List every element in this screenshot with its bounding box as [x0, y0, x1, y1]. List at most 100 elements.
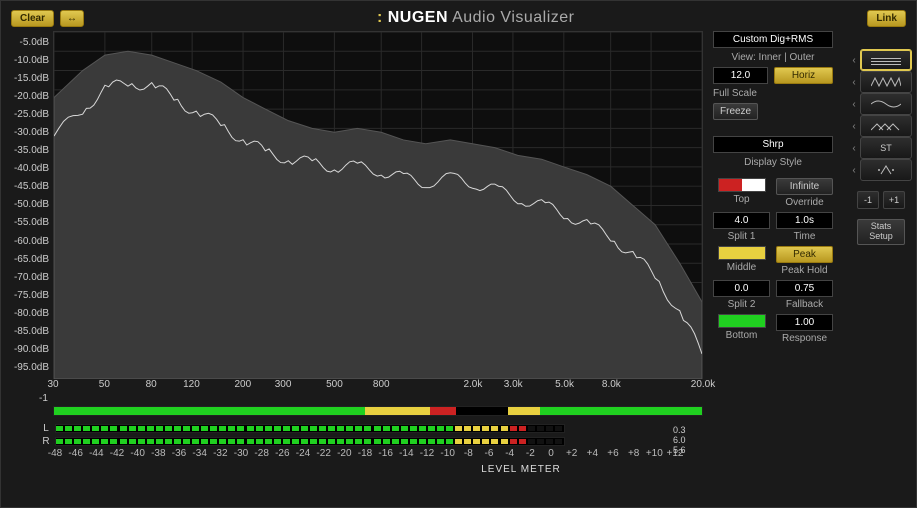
- link-button[interactable]: Link: [867, 10, 906, 27]
- scale-tick: -28: [254, 448, 268, 459]
- scale-tick: -4: [505, 448, 514, 459]
- level-meter-row: R: [1, 435, 916, 448]
- frequency-strip: [53, 406, 703, 416]
- view-vectorscope-icon[interactable]: [860, 159, 912, 181]
- y-tick: -35.0dB: [9, 145, 49, 156]
- level-readout: 5.6: [673, 445, 686, 455]
- y-tick: -85.0dB: [9, 326, 49, 337]
- chevron-left-icon[interactable]: ‹: [850, 121, 858, 132]
- x-tick: 800: [373, 379, 390, 390]
- scale-tick: -12: [420, 448, 434, 459]
- time-value[interactable]: 1.0s: [776, 212, 833, 229]
- scale-tick: -48: [48, 448, 62, 459]
- x-tick: 50: [99, 379, 110, 390]
- split1-value[interactable]: 4.0: [713, 212, 770, 229]
- scale-tick: +10: [646, 448, 663, 459]
- y-tick: -45.0dB: [9, 181, 49, 192]
- y-tick: -70.0dB: [9, 272, 49, 283]
- view-stereo-icon[interactable]: ST: [860, 137, 912, 159]
- x-tick: 3.0k: [504, 379, 523, 390]
- x-tick: 5.0k: [555, 379, 574, 390]
- view-spectrum-icon[interactable]: [860, 71, 912, 93]
- y-tick: -95.0dB: [9, 362, 49, 373]
- scale-tick: -26: [275, 448, 289, 459]
- x-tick: 300: [275, 379, 292, 390]
- scale-tick: -24: [296, 448, 310, 459]
- view-waterfall-icon[interactable]: [860, 115, 912, 137]
- brand-title: : NUGEN Audio Visualizer: [377, 9, 575, 27]
- scale-tick: -36: [172, 448, 186, 459]
- swap-button[interactable]: ↔: [60, 10, 84, 27]
- plus1-button[interactable]: +1: [883, 191, 905, 209]
- x-tick: 2.0k: [463, 379, 482, 390]
- channel-label: L: [39, 423, 53, 434]
- peak-button[interactable]: Peak: [776, 246, 833, 263]
- chevron-left-icon[interactable]: ‹: [850, 165, 858, 176]
- x-tick: 200: [234, 379, 251, 390]
- y-tick: -50.0dB: [9, 199, 49, 210]
- scale-value[interactable]: 12.0: [713, 67, 768, 84]
- scale-tick: -8: [464, 448, 473, 459]
- y-tick: -5.0dB: [9, 37, 49, 48]
- view-label: View: Inner | Outer: [713, 52, 833, 63]
- split2-value[interactable]: 0.0: [713, 280, 770, 297]
- scale-tick: -34: [192, 448, 206, 459]
- scale-tick: -42: [110, 448, 124, 459]
- clear-button[interactable]: Clear: [11, 10, 54, 27]
- display-style-value[interactable]: Shrp: [713, 136, 833, 153]
- fullscale-label: Full Scale: [713, 88, 833, 99]
- infinite-button[interactable]: Infinite: [776, 178, 833, 195]
- horiz-button[interactable]: Horiz: [774, 67, 833, 84]
- brand-colon-icon: :: [377, 9, 383, 26]
- channel-label: R: [39, 436, 53, 447]
- chevron-left-icon[interactable]: ‹: [850, 77, 858, 88]
- scale-tick: -46: [68, 448, 82, 459]
- scale-tick: +2: [566, 448, 577, 459]
- y-tick: -25.0dB: [9, 109, 49, 120]
- scale-tick: -22: [316, 448, 330, 459]
- top-bar: Clear ↔ : NUGEN Audio Visualizer Link: [1, 1, 916, 31]
- display-style-label: Display Style: [713, 157, 833, 168]
- scale-tick: -40: [130, 448, 144, 459]
- scale-tick: +8: [628, 448, 639, 459]
- scale-tick: +6: [607, 448, 618, 459]
- x-tick: 8.0k: [602, 379, 621, 390]
- scale-tick: -2: [526, 448, 535, 459]
- view-wave-icon[interactable]: [860, 93, 912, 115]
- y-tick: -20.0dB: [9, 91, 49, 102]
- spectrum-plot[interactable]: [53, 31, 703, 379]
- level-meter-title: LEVEL METER: [421, 464, 621, 475]
- scale-tick: -10: [440, 448, 454, 459]
- chevron-left-icon[interactable]: ‹: [850, 143, 858, 154]
- stats-setup-button[interactable]: Stats Setup: [857, 219, 905, 245]
- response-value[interactable]: 1.00: [776, 314, 833, 331]
- preset-select[interactable]: Custom Dig+RMS: [713, 31, 833, 48]
- topbar-left: Clear ↔: [11, 10, 84, 27]
- top-color-swatch[interactable]: [718, 178, 766, 192]
- scale-tick: -38: [151, 448, 165, 459]
- freeze-button[interactable]: Freeze: [713, 103, 758, 120]
- view-bars-icon[interactable]: [860, 49, 912, 71]
- level-meter-row: L: [1, 422, 916, 435]
- scale-tick: -14: [399, 448, 413, 459]
- y-tick: -90.0dB: [9, 344, 49, 355]
- fallback-value[interactable]: 0.75: [776, 280, 833, 297]
- middle-color-swatch[interactable]: [718, 246, 766, 260]
- x-axis: 3050801202003005008002.0k3.0k5.0k8.0k20.…: [53, 379, 703, 393]
- chevron-left-icon[interactable]: ‹: [850, 55, 858, 66]
- y-tick: -15.0dB: [9, 73, 49, 84]
- scale-tick: +4: [587, 448, 598, 459]
- scale-tick: -16: [378, 448, 392, 459]
- bottom-color-swatch[interactable]: [718, 314, 766, 328]
- scale-tick: -20: [337, 448, 351, 459]
- scale-tick: -30: [234, 448, 248, 459]
- y-tick: -60.0dB: [9, 236, 49, 247]
- level-bar: [55, 437, 565, 446]
- minus1-button[interactable]: -1: [857, 191, 879, 209]
- x-tick: 80: [146, 379, 157, 390]
- x-tick: 20.0k: [691, 379, 715, 390]
- y-tick: -55.0dB: [9, 217, 49, 228]
- chevron-left-icon[interactable]: ‹: [850, 99, 858, 110]
- x-tick: 500: [326, 379, 343, 390]
- y-tick: -30.0dB: [9, 127, 49, 138]
